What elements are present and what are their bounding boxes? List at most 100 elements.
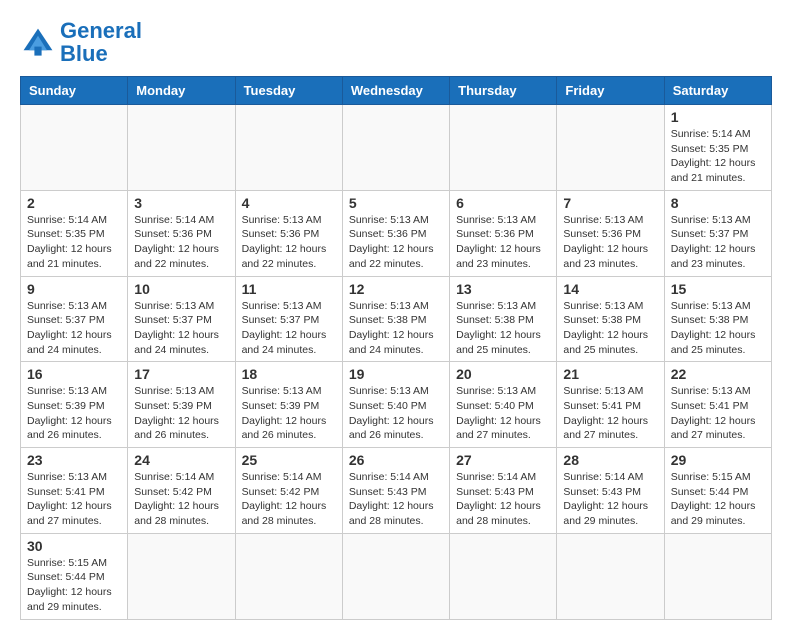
- week-row-1: 2 Sunrise: 5:14 AM Sunset: 5:35 PM Daylig…: [21, 190, 772, 276]
- day-number: 9: [27, 281, 121, 297]
- calendar-cell: 2 Sunrise: 5:14 AM Sunset: 5:35 PM Daylig…: [21, 190, 128, 276]
- day-number: 14: [563, 281, 657, 297]
- day-info: Sunrise: 5:13 AM Sunset: 5:37 PM Dayligh…: [671, 213, 765, 272]
- day-number: 21: [563, 366, 657, 382]
- calendar-cell: 9 Sunrise: 5:13 AM Sunset: 5:37 PM Daylig…: [21, 276, 128, 362]
- calendar-cell: 19 Sunrise: 5:13 AM Sunset: 5:40 PM Dayli…: [342, 362, 449, 448]
- day-info: Sunrise: 5:13 AM Sunset: 5:37 PM Dayligh…: [242, 299, 336, 358]
- day-info: Sunrise: 5:13 AM Sunset: 5:39 PM Dayligh…: [134, 384, 228, 443]
- day-info: Sunrise: 5:14 AM Sunset: 5:42 PM Dayligh…: [134, 470, 228, 529]
- day-number: 30: [27, 538, 121, 554]
- day-number: 19: [349, 366, 443, 382]
- week-row-0: 1Sunrise: 5:14 AM Sunset: 5:35 PM Daylig…: [21, 105, 772, 191]
- day-info: Sunrise: 5:14 AM Sunset: 5:35 PM Dayligh…: [671, 127, 765, 186]
- calendar-cell: [342, 533, 449, 619]
- week-row-2: 9 Sunrise: 5:13 AM Sunset: 5:37 PM Daylig…: [21, 276, 772, 362]
- week-row-4: 23 Sunrise: 5:13 AM Sunset: 5:41 PM Dayli…: [21, 448, 772, 534]
- day-info: Sunrise: 5:14 AM Sunset: 5:43 PM Dayligh…: [456, 470, 550, 529]
- day-number: 5: [349, 195, 443, 211]
- day-info: Sunrise: 5:13 AM Sunset: 5:38 PM Dayligh…: [671, 299, 765, 358]
- day-number: 18: [242, 366, 336, 382]
- day-number: 20: [456, 366, 550, 382]
- day-info: Sunrise: 5:15 AM Sunset: 5:44 PM Dayligh…: [27, 556, 121, 615]
- logo-text: GeneralBlue: [60, 20, 142, 66]
- day-number: 12: [349, 281, 443, 297]
- calendar-cell: 25 Sunrise: 5:14 AM Sunset: 5:42 PM Dayli…: [235, 448, 342, 534]
- weekday-header-monday: Monday: [128, 77, 235, 105]
- day-info: Sunrise: 5:13 AM Sunset: 5:39 PM Dayligh…: [27, 384, 121, 443]
- calendar-cell: 21 Sunrise: 5:13 AM Sunset: 5:41 PM Dayli…: [557, 362, 664, 448]
- calendar-cell: 18 Sunrise: 5:13 AM Sunset: 5:39 PM Dayli…: [235, 362, 342, 448]
- day-info: Sunrise: 5:14 AM Sunset: 5:35 PM Dayligh…: [27, 213, 121, 272]
- day-info: Sunrise: 5:14 AM Sunset: 5:43 PM Dayligh…: [349, 470, 443, 529]
- day-info: Sunrise: 5:13 AM Sunset: 5:40 PM Dayligh…: [349, 384, 443, 443]
- weekday-header-sunday: Sunday: [21, 77, 128, 105]
- calendar-cell: [235, 533, 342, 619]
- day-number: 27: [456, 452, 550, 468]
- weekday-header-saturday: Saturday: [664, 77, 771, 105]
- logo-icon: [20, 25, 56, 61]
- day-info: Sunrise: 5:13 AM Sunset: 5:36 PM Dayligh…: [242, 213, 336, 272]
- calendar-cell: 5Sunrise: 5:13 AM Sunset: 5:36 PM Daylig…: [342, 190, 449, 276]
- day-number: 10: [134, 281, 228, 297]
- page-header: GeneralBlue: [20, 20, 772, 66]
- day-number: 13: [456, 281, 550, 297]
- calendar-cell: 26 Sunrise: 5:14 AM Sunset: 5:43 PM Dayli…: [342, 448, 449, 534]
- day-info: Sunrise: 5:13 AM Sunset: 5:40 PM Dayligh…: [456, 384, 550, 443]
- day-info: Sunrise: 5:13 AM Sunset: 5:41 PM Dayligh…: [671, 384, 765, 443]
- calendar-cell: 3Sunrise: 5:14 AM Sunset: 5:36 PM Daylig…: [128, 190, 235, 276]
- calendar-cell: [342, 105, 449, 191]
- day-info: Sunrise: 5:13 AM Sunset: 5:36 PM Dayligh…: [456, 213, 550, 272]
- day-number: 2: [27, 195, 121, 211]
- calendar-cell: [664, 533, 771, 619]
- calendar-cell: 28 Sunrise: 5:14 AM Sunset: 5:43 PM Dayli…: [557, 448, 664, 534]
- day-info: Sunrise: 5:14 AM Sunset: 5:43 PM Dayligh…: [563, 470, 657, 529]
- calendar-cell: [557, 533, 664, 619]
- calendar-cell: 6Sunrise: 5:13 AM Sunset: 5:36 PM Daylig…: [450, 190, 557, 276]
- day-info: Sunrise: 5:15 AM Sunset: 5:44 PM Dayligh…: [671, 470, 765, 529]
- day-info: Sunrise: 5:14 AM Sunset: 5:42 PM Dayligh…: [242, 470, 336, 529]
- calendar-cell: [128, 533, 235, 619]
- calendar-cell: 27 Sunrise: 5:14 AM Sunset: 5:43 PM Dayli…: [450, 448, 557, 534]
- calendar-cell: 4Sunrise: 5:13 AM Sunset: 5:36 PM Daylig…: [235, 190, 342, 276]
- weekday-header-wednesday: Wednesday: [342, 77, 449, 105]
- day-number: 23: [27, 452, 121, 468]
- week-row-5: 30 Sunrise: 5:15 AM Sunset: 5:44 PM Dayli…: [21, 533, 772, 619]
- day-number: 29: [671, 452, 765, 468]
- day-info: Sunrise: 5:13 AM Sunset: 5:37 PM Dayligh…: [27, 299, 121, 358]
- day-info: Sunrise: 5:13 AM Sunset: 5:38 PM Dayligh…: [563, 299, 657, 358]
- calendar-cell: 14 Sunrise: 5:13 AM Sunset: 5:38 PM Dayli…: [557, 276, 664, 362]
- day-number: 11: [242, 281, 336, 297]
- day-number: 25: [242, 452, 336, 468]
- day-info: Sunrise: 5:13 AM Sunset: 5:38 PM Dayligh…: [349, 299, 443, 358]
- calendar-cell: 15 Sunrise: 5:13 AM Sunset: 5:38 PM Dayli…: [664, 276, 771, 362]
- calendar-cell: 16Sunrise: 5:13 AM Sunset: 5:39 PM Dayli…: [21, 362, 128, 448]
- day-number: 24: [134, 452, 228, 468]
- calendar-cell: 22Sunrise: 5:13 AM Sunset: 5:41 PM Dayli…: [664, 362, 771, 448]
- calendar-cell: [21, 105, 128, 191]
- logo: GeneralBlue: [20, 20, 142, 66]
- calendar-cell: 13Sunrise: 5:13 AM Sunset: 5:38 PM Dayli…: [450, 276, 557, 362]
- calendar-cell: 12 Sunrise: 5:13 AM Sunset: 5:38 PM Dayli…: [342, 276, 449, 362]
- day-number: 28: [563, 452, 657, 468]
- weekday-header-row: SundayMondayTuesdayWednesdayThursdayFrid…: [21, 77, 772, 105]
- calendar-cell: 1Sunrise: 5:14 AM Sunset: 5:35 PM Daylig…: [664, 105, 771, 191]
- day-info: Sunrise: 5:13 AM Sunset: 5:39 PM Dayligh…: [242, 384, 336, 443]
- day-info: Sunrise: 5:13 AM Sunset: 5:41 PM Dayligh…: [27, 470, 121, 529]
- day-number: 26: [349, 452, 443, 468]
- day-info: Sunrise: 5:13 AM Sunset: 5:37 PM Dayligh…: [134, 299, 228, 358]
- day-number: 15: [671, 281, 765, 297]
- calendar: SundayMondayTuesdayWednesdayThursdayFrid…: [20, 76, 772, 620]
- weekday-header-thursday: Thursday: [450, 77, 557, 105]
- week-row-3: 16Sunrise: 5:13 AM Sunset: 5:39 PM Dayli…: [21, 362, 772, 448]
- calendar-cell: [128, 105, 235, 191]
- calendar-cell: 11 Sunrise: 5:13 AM Sunset: 5:37 PM Dayli…: [235, 276, 342, 362]
- calendar-cell: [450, 105, 557, 191]
- calendar-cell: 23 Sunrise: 5:13 AM Sunset: 5:41 PM Dayli…: [21, 448, 128, 534]
- day-info: Sunrise: 5:13 AM Sunset: 5:36 PM Dayligh…: [563, 213, 657, 272]
- calendar-cell: 24 Sunrise: 5:14 AM Sunset: 5:42 PM Dayli…: [128, 448, 235, 534]
- calendar-cell: 20 Sunrise: 5:13 AM Sunset: 5:40 PM Dayli…: [450, 362, 557, 448]
- day-number: 8: [671, 195, 765, 211]
- calendar-cell: 29 Sunrise: 5:15 AM Sunset: 5:44 PM Dayli…: [664, 448, 771, 534]
- day-info: Sunrise: 5:13 AM Sunset: 5:41 PM Dayligh…: [563, 384, 657, 443]
